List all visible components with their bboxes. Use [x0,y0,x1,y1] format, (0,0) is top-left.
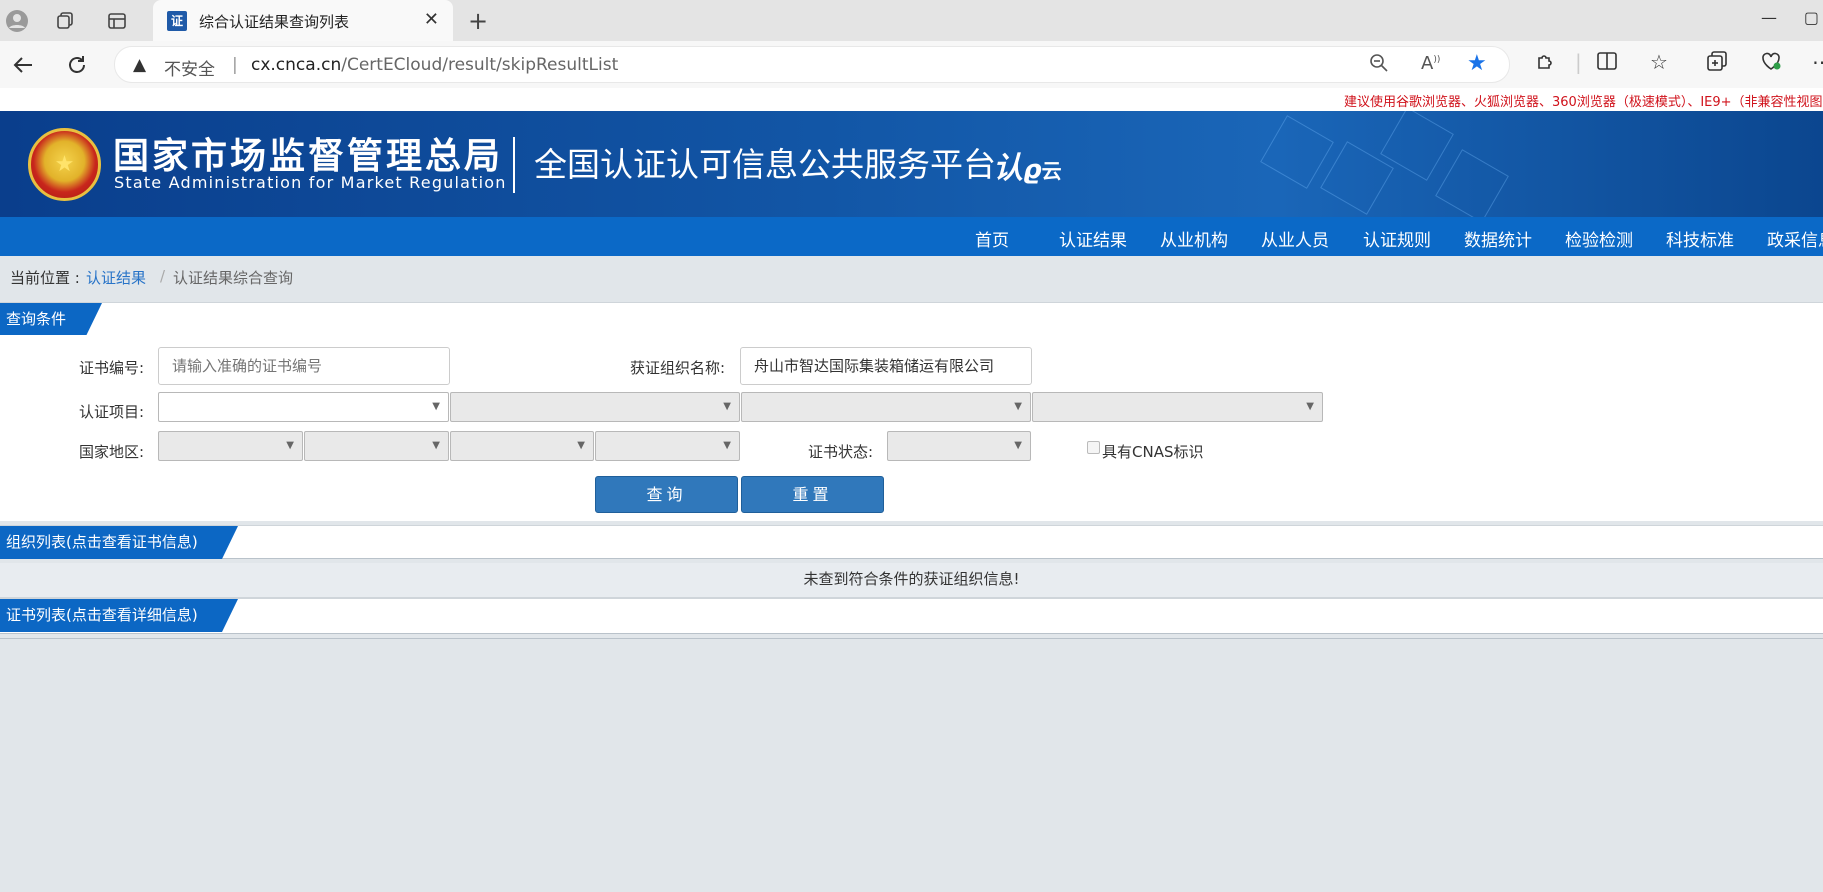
renyun-logo: 认ϱ云 [993,151,1062,186]
url-text[interactable]: cx.cnca.cn/CertECloud/result/skipResultL… [251,55,618,75]
chevron-down-icon: ▼ [432,440,440,451]
split-screen-icon[interactable] [1596,50,1618,77]
hex-decoration [1260,115,1334,189]
region-select-3[interactable]: ▼ [450,431,594,461]
chevron-down-icon: ▼ [723,401,731,412]
security-label[interactable]: 不安全 [164,55,215,80]
breadcrumb: 当前位置 : 认证结果 / 认证结果综合查询 [0,256,1823,300]
status-select[interactable]: ▼ [887,431,1031,461]
url-separator: | [232,55,238,75]
breadcrumb-link[interactable]: 认证结果 [86,267,146,288]
chevron-down-icon: ▼ [432,401,440,412]
project-select-4[interactable]: ▼ [1032,392,1323,422]
toolbar-divider: | [1575,50,1582,74]
query-section-title: 查询条件 [0,303,102,336]
project-select-1[interactable]: ▼ [158,392,449,422]
tab-title: 综合认证结果查询列表 [199,13,350,31]
project-select-3[interactable]: ▼ [741,392,1031,422]
new-tab-icon[interactable]: + [465,7,491,35]
cnas-label[interactable]: 具有CNAS标识 [1102,441,1203,462]
search-button[interactable]: 查询 [595,476,738,513]
favorite-star-icon[interactable]: ★ [1467,51,1487,76]
breadcrumb-current: 认证结果综合查询 [173,269,294,287]
chevron-down-icon: ▼ [577,440,585,451]
nav-cert-rules[interactable]: 认证规则 [1363,226,1431,251]
browser-notice-text: 建议使用谷歌浏览器、火狐浏览器、360浏览器（极速模式）、IE9+（非兼容性视图… [1344,95,1823,110]
browser-essentials-icon[interactable] [1760,50,1782,77]
favorites-icon[interactable]: ☆ [1650,50,1668,74]
warning-icon[interactable]: ▲ [133,55,146,75]
vertical-tabs-icon[interactable] [104,8,130,34]
cert-no-input[interactable] [158,347,450,385]
address-bar-row: ▲ 不安全 | cx.cnca.cn/CertECloud/result/ski… [0,41,1823,88]
cert-list-section-header: 证书列表(点击查看详细信息) [0,598,1823,634]
org-name-input[interactable]: 舟山市智达国际集装箱储运有限公司 [740,347,1032,385]
nav-home[interactable]: 首页 [975,226,1009,251]
status-label: 证书状态: [808,443,874,461]
org-name-en: State Administration for Market Regulati… [114,173,507,192]
maximize-icon[interactable]: ▢ [1804,8,1819,27]
breadcrumb-prefix: 当前位置 : [10,269,80,287]
url-field[interactable]: ▲ 不安全 | cx.cnca.cn/CertECloud/result/ski… [114,46,1510,83]
national-emblem-icon: ★ [28,128,101,201]
site-banner: ★ 国家市场监督管理总局 State Administration for Ma… [0,111,1823,217]
nav-cert-results[interactable]: 认证结果 [1059,226,1127,251]
cert-no-label: 证书编号: [79,359,145,377]
minimize-icon[interactable]: — [1761,8,1777,27]
page-favicon-icon: 证 [167,11,187,31]
more-options-icon[interactable]: ⋯ [1812,50,1823,74]
query-section-header: 查询条件 [0,302,1823,336]
org-name-cn: 国家市场监督管理总局 [113,136,504,177]
org-name-label: 获证组织名称: [630,359,726,377]
chevron-down-icon: ▼ [723,440,731,451]
profile-icon[interactable] [4,8,30,34]
chevron-down-icon: ▼ [1306,401,1314,412]
nav-institutions[interactable]: 从业机构 [1160,226,1228,251]
collections-icon[interactable] [1706,50,1728,77]
back-icon[interactable] [8,50,38,80]
platform-title: 全国认证认可信息公共服务平台 [534,145,996,184]
cnas-checkbox[interactable] [1087,441,1100,454]
region-select-1[interactable]: ▼ [158,431,303,461]
region-label: 国家地区: [79,443,145,461]
browser-notice: 建议使用谷歌浏览器、火狐浏览器、360浏览器（极速模式）、IE9+（非兼容性视图… [0,88,1823,112]
org-list-section-header: 组织列表(点击查看证书信息) [0,525,1823,559]
nav-procurement[interactable]: 政采信息 [1767,226,1823,251]
refresh-icon[interactable] [62,50,92,80]
main-nav: 首页 认证结果 从业机构 从业人员 认证规则 数据统计 检验检测 科技标准 政采… [0,217,1823,256]
workspaces-icon[interactable] [52,8,78,34]
chevron-down-icon: ▼ [1014,401,1022,412]
cert-list-bottom-divider [0,638,1823,639]
project-select-2[interactable]: ▼ [450,392,740,422]
org-list-empty-message: 未查到符合条件的获证组织信息! [0,563,1823,598]
browser-tab-bar: 证 综合认证结果查询列表 ✕ + — ▢ [0,0,1823,41]
nav-statistics[interactable]: 数据统计 [1464,226,1532,251]
chevron-down-icon: ▼ [1014,440,1022,451]
close-tab-icon[interactable]: ✕ [424,9,439,30]
active-tab[interactable]: 证 综合认证结果查询列表 ✕ [153,0,453,41]
chevron-down-icon: ▼ [286,440,294,451]
breadcrumb-separator: / [160,267,166,285]
header-divider [513,137,515,193]
zoom-out-icon[interactable] [1369,53,1389,78]
nav-standards[interactable]: 科技标准 [1666,226,1734,251]
region-select-4[interactable]: ▼ [595,431,740,461]
reset-button[interactable]: 重置 [741,476,884,513]
region-select-2[interactable]: ▼ [304,431,449,461]
extensions-icon[interactable] [1535,50,1557,77]
read-aloud-icon[interactable]: A)) [1421,53,1440,74]
hex-decoration [1435,149,1509,217]
nav-inspection[interactable]: 检验检测 [1565,226,1633,251]
cert-list-title: 证书列表(点击查看详细信息) [0,599,238,632]
nav-personnel[interactable]: 从业人员 [1261,226,1329,251]
org-list-title: 组织列表(点击查看证书信息) [0,526,238,559]
project-label: 认证项目: [79,403,145,421]
